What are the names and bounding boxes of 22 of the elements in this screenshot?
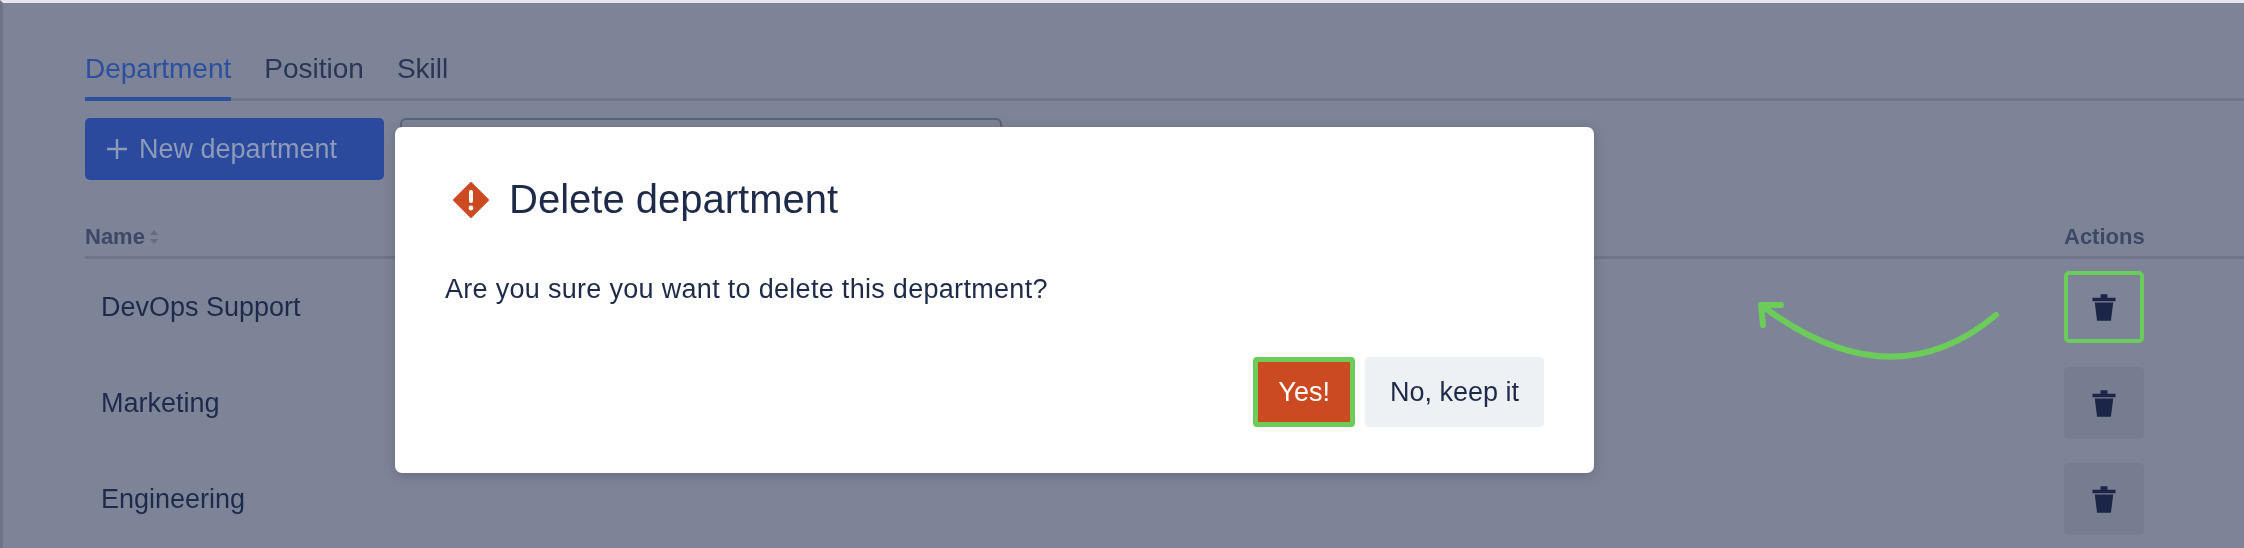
dialog-message: Are you sure you want to delete this department?	[445, 274, 1049, 305]
delete-button[interactable]	[2064, 463, 2144, 535]
trash-icon	[2090, 388, 2118, 418]
column-header[interactable]: Name	[85, 224, 2064, 250]
table-cell: Engineering	[101, 483, 246, 514]
tab[interactable]: Position	[264, 39, 364, 101]
tab[interactable]: Skill	[396, 39, 449, 101]
column-header: Actions	[2064, 224, 2146, 250]
table-cell: Marketing	[101, 387, 220, 418]
table-cell: DevOps Support	[101, 291, 301, 322]
warning-icon	[453, 181, 489, 218]
delete-button[interactable]	[2064, 271, 2144, 343]
trash-icon	[2090, 292, 2118, 322]
plus-icon	[105, 137, 129, 161]
confirm-button[interactable]: Yes!	[1253, 357, 1355, 427]
new-department-button[interactable]: New department	[85, 118, 384, 180]
cancel-button[interactable]: No, keep it	[1364, 357, 1544, 427]
sort-icon	[148, 229, 159, 245]
dialog-title: Delete department	[509, 177, 839, 222]
tab[interactable]: Department	[85, 39, 232, 101]
trash-icon	[2090, 484, 2118, 514]
delete-button[interactable]	[2064, 367, 2144, 439]
